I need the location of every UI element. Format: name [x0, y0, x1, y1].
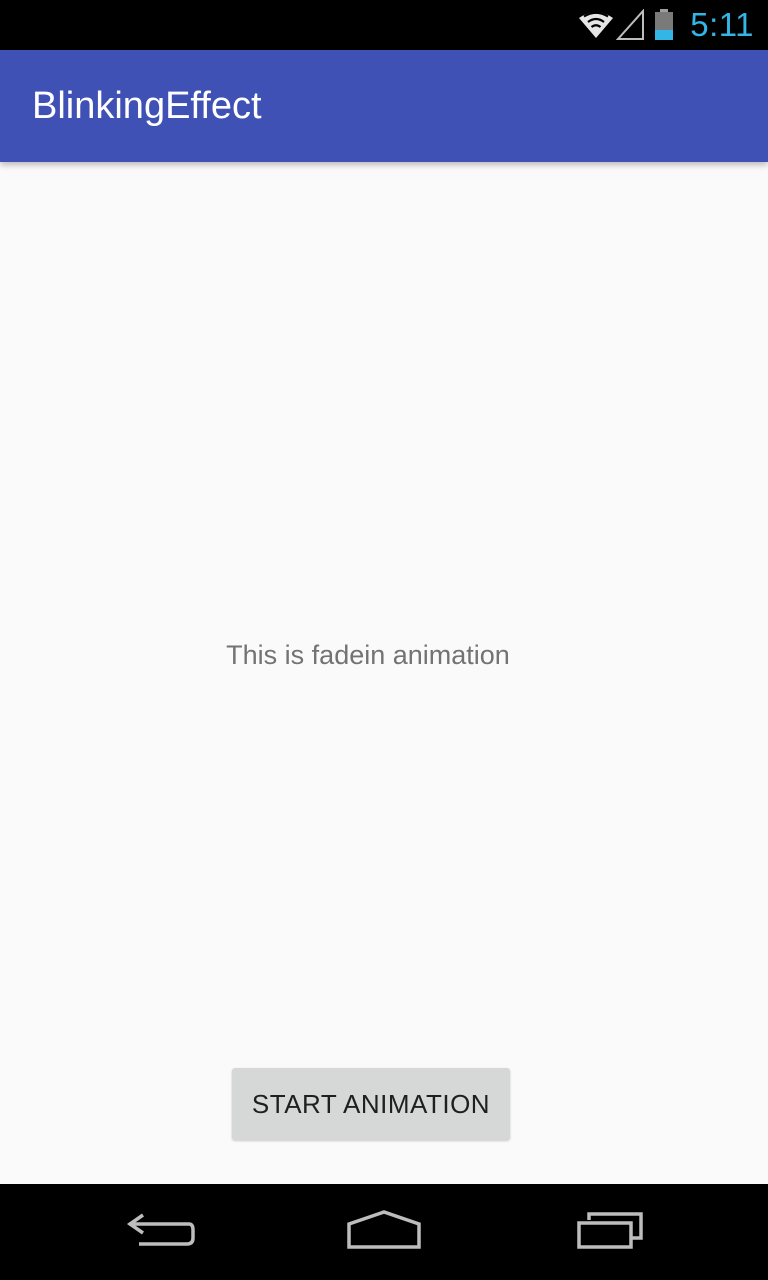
battery-icon: [654, 9, 674, 41]
app-title: BlinkingEffect: [32, 85, 262, 127]
status-icons: 5:11: [578, 0, 754, 50]
screen: 5:11 BlinkingEffect This is fadein anima…: [0, 0, 768, 1280]
status-bar: 5:11: [0, 0, 768, 50]
home-button[interactable]: [324, 1184, 444, 1280]
main-content: This is fadein animation START ANIMATION: [0, 162, 768, 1184]
recent-apps-button[interactable]: [550, 1184, 670, 1280]
animation-text: This is fadein animation: [226, 640, 510, 670]
recent-apps-icon: [575, 1210, 645, 1255]
clock: 5:11: [690, 6, 754, 43]
cell-signal-icon: [616, 9, 646, 41]
app-bar: BlinkingEffect: [0, 50, 768, 162]
home-icon: [346, 1209, 422, 1255]
back-icon: [125, 1210, 195, 1255]
wifi-icon: [578, 10, 614, 40]
back-button[interactable]: [100, 1184, 220, 1280]
start-animation-button[interactable]: START ANIMATION: [232, 1068, 510, 1140]
nav-bar: [0, 1184, 768, 1280]
